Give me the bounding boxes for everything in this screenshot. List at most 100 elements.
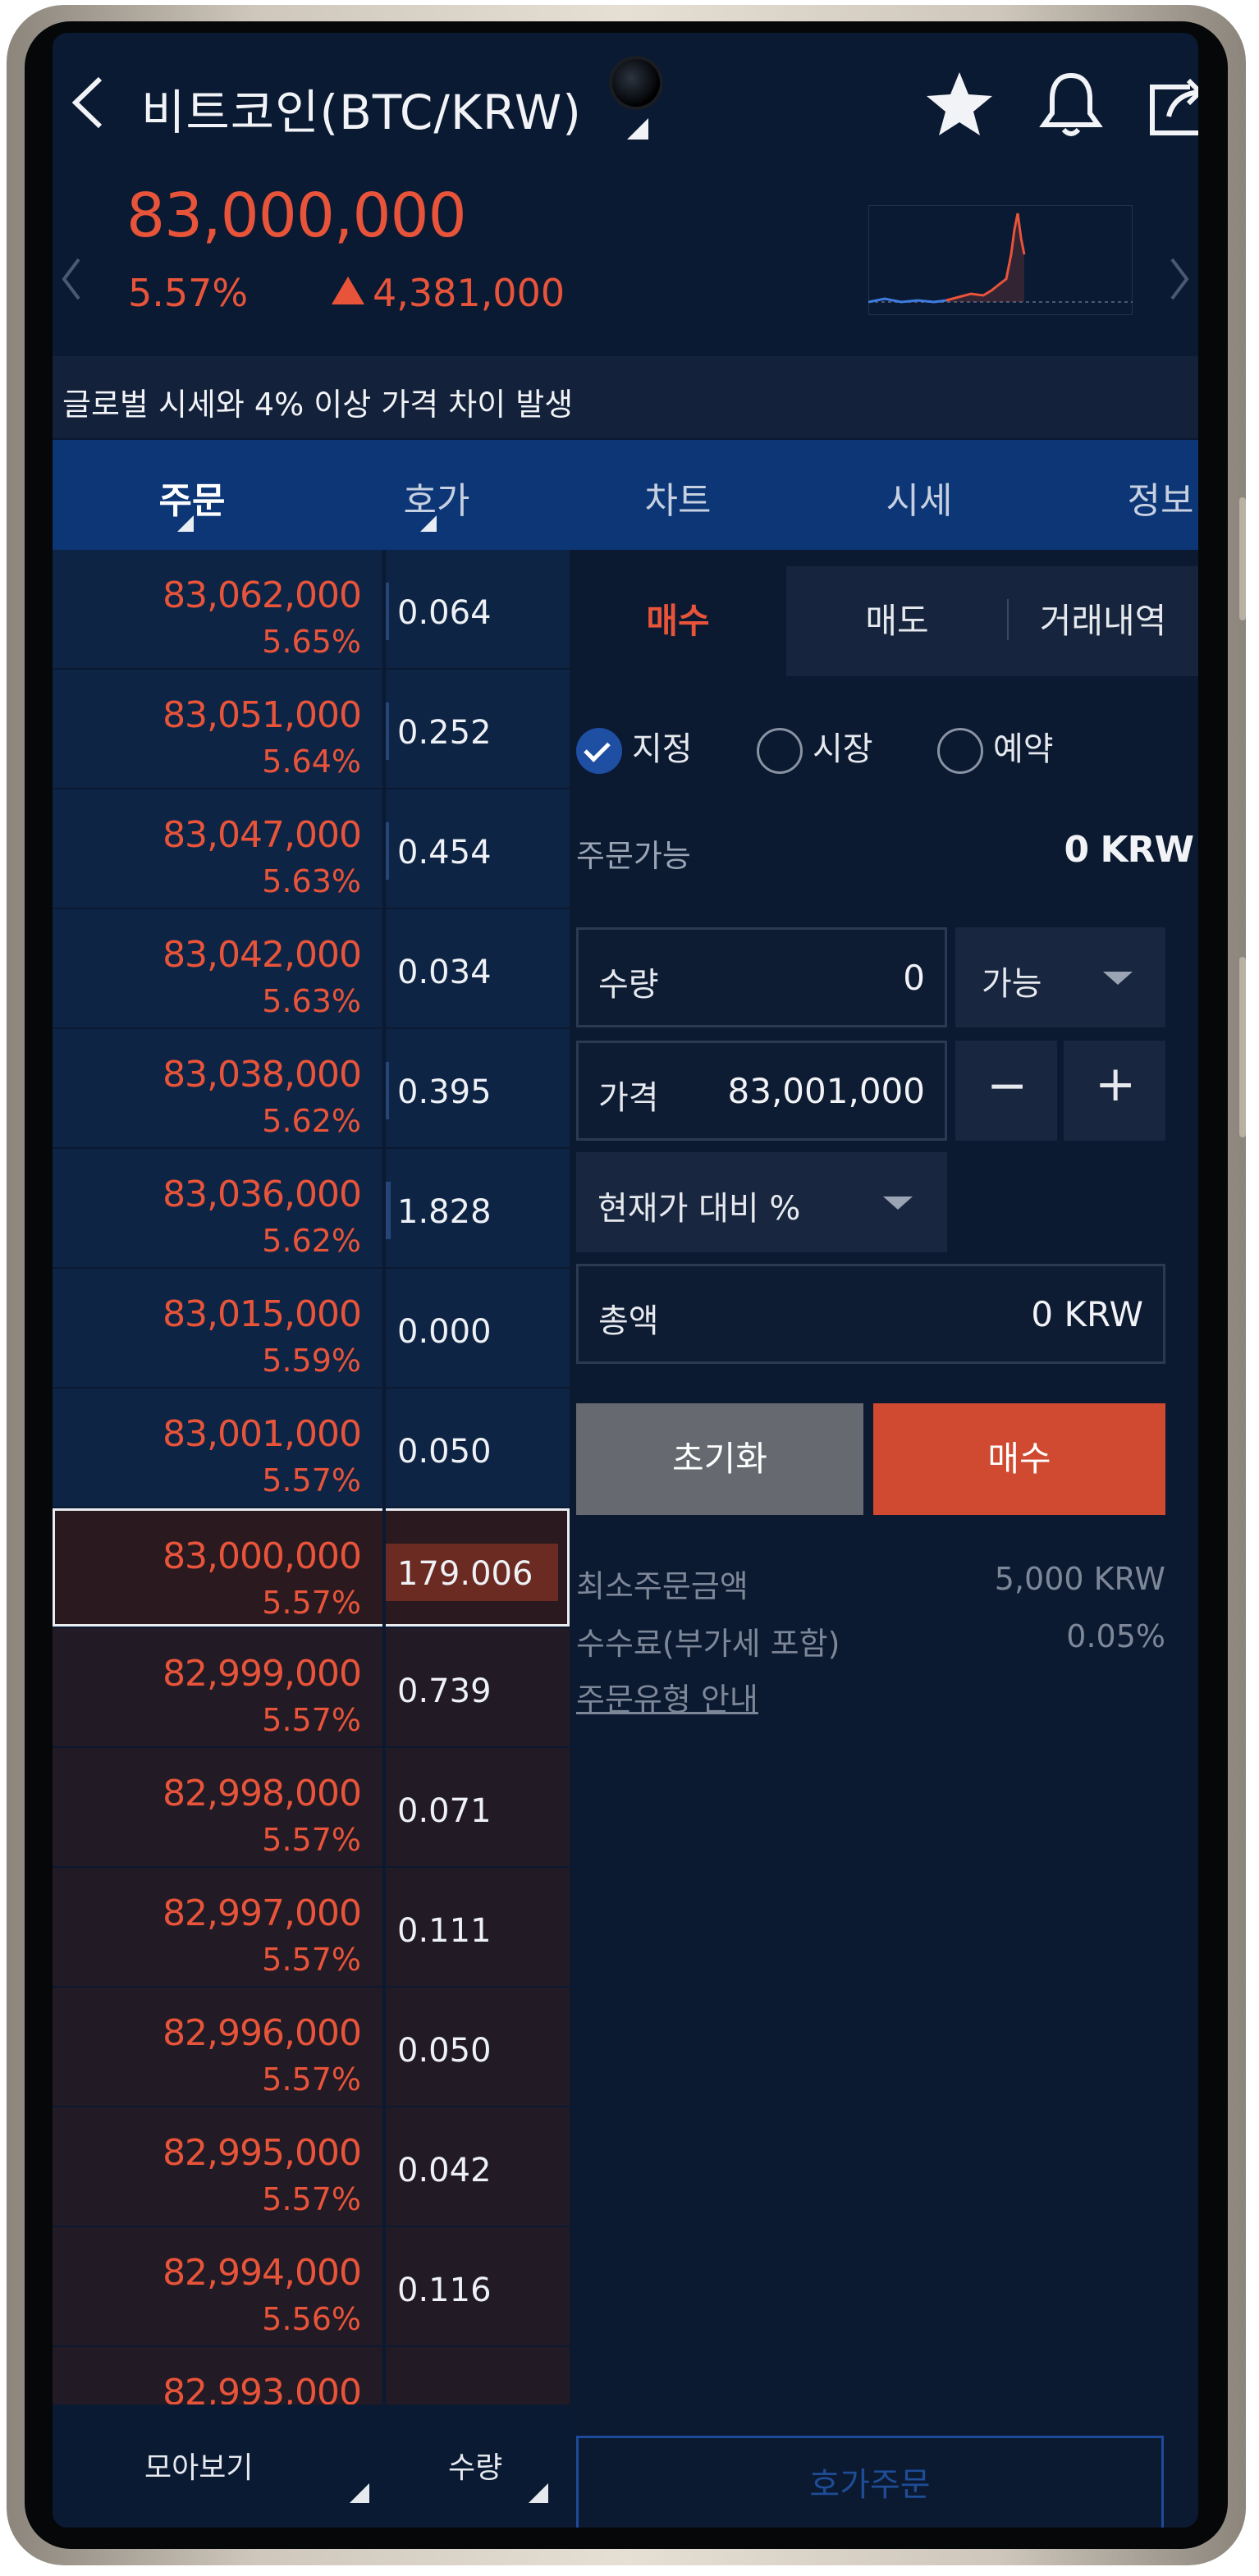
row-price: 82,998,000 [163,1773,362,1814]
quantity-value: 0 [903,958,925,998]
orderbook-row[interactable]: 82,996,000 5.57% 0.050 [53,1988,570,2107]
total-label: 총액 [598,1302,659,1340]
change-amount: 4,381,000 [332,271,565,315]
price-gap-notice[interactable]: 글로벌 시세와 4% 이상 가격 차이 발생 [53,356,1198,438]
orderbook-order-button[interactable]: 호가주문 [576,2436,1164,2528]
quantity-toggle-button[interactable]: 수량 [448,2444,502,2487]
row-price: 83,042,000 [163,934,362,976]
row-quantity: 0.111 [397,1912,492,1950]
orderbook-row[interactable]: 82,994,000 5.56% 0.116 [53,2227,570,2347]
row-percent: 5.57% [262,2061,361,2098]
orderbook-row[interactable]: 82,997,000 5.57% 0.111 [53,1868,570,1988]
row-percent: 5.63% [262,983,361,1019]
row-price: 83,001,000 [163,1413,362,1455]
row-quantity: 0.050 [397,1433,492,1471]
price-value: 83,001,000 [727,1071,925,1111]
tab-history[interactable]: 거래내역 [1008,566,1198,676]
row-price: 83,051,000 [163,694,362,736]
current-price: 83,000,000 [126,181,467,251]
chevron-down-icon [883,1196,913,1210]
orderbook-row[interactable]: 83,036,000 5.62% 1.828 [53,1149,570,1269]
orderbook-row[interactable]: 83,038,000 5.62% 0.395 [53,1029,570,1149]
orderbook-row-current[interactable]: 83,000,000 5.57% 179.006 [53,1508,570,1628]
tab-sell[interactable]: 매도 [786,566,1008,676]
row-quantity: 0.454 [397,834,492,872]
row-percent: 5.64% [262,744,361,780]
buy-button[interactable]: 매수 [873,1403,1165,1515]
mini-chart[interactable] [868,205,1133,315]
radio-limit[interactable]: 지정 [576,722,693,774]
price-label: 가격 [598,1079,659,1117]
row-price: 82,996,000 [163,2012,362,2054]
side-button [1239,957,1246,1137]
row-price: 83,000,000 [163,1535,362,1577]
orderbook-row[interactable]: 82,995,000 5.57% 0.042 [53,2107,570,2227]
orderbook-row[interactable]: 82,999,000 5.57% 0.739 [53,1628,570,1748]
orderbook-row[interactable]: 83,047,000 5.63% 0.454 [53,789,570,909]
radio-reserve[interactable]: 예약 [937,722,1054,774]
star-icon[interactable] [923,67,996,141]
row-percent: 5.57% [262,1702,361,1738]
orderbook-row[interactable]: 82,998,000 5.57% 0.071 [53,1748,570,1868]
order-panel: 매수 매도 거래내역 지정 시장 예약 주문가능 0 KRW 수량 0 가능 가… [570,550,1198,2528]
row-percent: 5.65% [262,624,361,660]
row-percent: 5.57% [262,1942,361,1978]
page-title[interactable]: 비트코인(BTC/KRW) [141,74,582,143]
orderbook-row[interactable]: 83,051,000 5.64% 0.252 [53,670,570,789]
min-order-label: 최소주문금액 [576,1568,749,1604]
share-icon[interactable] [1141,67,1198,141]
row-quantity: 0.000 [397,1313,492,1351]
title-dropdown-icon[interactable] [627,118,648,140]
row-price: 83,038,000 [163,1054,362,1096]
tab-orderbook-dropdown-icon[interactable] [420,515,437,532]
row-percent: 5.59% [262,1343,361,1379]
price-input[interactable]: 가격 83,001,000 [576,1041,947,1141]
row-quantity: 0.064 [397,594,492,632]
aggregate-view-button[interactable]: 모아보기 [144,2444,253,2487]
row-quantity: 0.042 [397,2152,492,2189]
row-price: 83,015,000 [163,1293,362,1335]
prev-coin-icon[interactable] [59,254,84,307]
row-quantity: 0.252 [397,714,492,752]
next-coin-icon[interactable] [1167,254,1192,307]
orderbook-row[interactable]: 83,001,000 5.57% 0.050 [53,1389,570,1508]
main-tabs: 주문 호가 차트 시세 정보 [53,440,1198,550]
min-order-value: 5,000 KRW [994,1561,1165,1597]
back-arrow-icon[interactable] [64,74,113,131]
orderbook-row[interactable]: 83,062,000 5.65% 0.064 [53,550,570,670]
orderbook: 83,062,000 5.65% 0.064 83,051,000 5.64% 0.… [53,550,570,2404]
tab-order-dropdown-icon[interactable] [177,515,194,532]
available-label: 주문가능 [576,838,691,874]
aggregate-dropdown-icon[interactable] [350,2483,369,2503]
price-decrease-button[interactable]: − [955,1041,1057,1141]
tab-quotes[interactable]: 시세 [837,471,1001,524]
tab-buy[interactable]: 매수 [570,566,786,676]
reset-button[interactable]: 초기화 [576,1403,863,1515]
quantity-dropdown-icon[interactable] [529,2483,548,2503]
row-percent: 5.62% [262,1103,361,1139]
tab-info[interactable]: 정보 [1078,471,1198,524]
chevron-down-icon [1103,972,1133,985]
side-button [1239,497,1246,620]
row-percent: 5.57% [262,2181,361,2217]
row-quantity: 0.050 [397,2032,492,2070]
order-type-guide-link[interactable]: 주문유형 안내 [576,1674,758,1719]
percent-select[interactable]: 현재가 대비 % [576,1152,947,1252]
orderbook-row[interactable]: 83,015,000 5.59% 0.000 [53,1269,570,1389]
row-percent: 5.63% [262,863,361,899]
row-price: 82,999,000 [163,1653,362,1695]
percent-option-label: 현재가 대비 % [597,1190,801,1228]
price-increase-button[interactable]: + [1064,1041,1165,1141]
row-percent: 5.57% [262,1585,361,1621]
checkmark-icon [576,728,622,774]
tab-chart[interactable]: 차트 [596,471,760,524]
tab-orderbook[interactable]: 호가 [355,471,519,524]
bell-icon[interactable] [1034,67,1108,141]
quantity-input[interactable]: 수량 0 [576,927,947,1027]
orderbook-row[interactable]: 83,042,000 5.63% 0.034 [53,909,570,1029]
notice-text: 글로벌 시세와 4% 이상 가격 차이 발생 [62,387,574,423]
radio-market[interactable]: 시장 [757,722,873,774]
orderbook-row[interactable]: 82,993,000 [53,2347,570,2404]
quantity-option-select[interactable]: 가능 [955,927,1165,1027]
total-input[interactable]: 총액 0 KRW [576,1264,1165,1364]
